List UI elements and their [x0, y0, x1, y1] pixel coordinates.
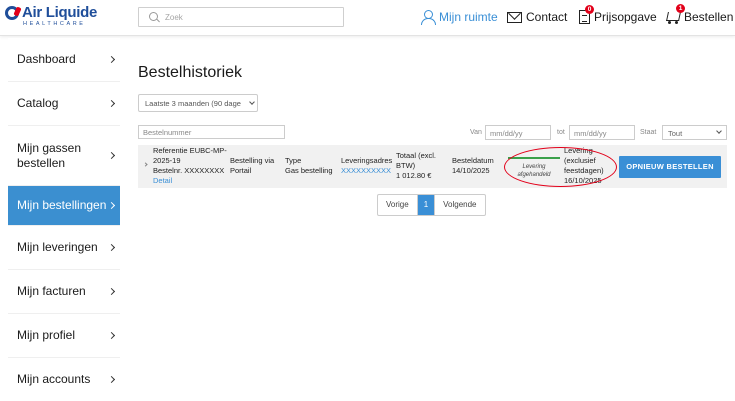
sidebar-nav: Dashboard Catalog Mijn gassen bestellen …: [8, 38, 120, 401]
to-date-input[interactable]: mm/dd/yy: [569, 125, 635, 140]
sidebar-item-my-invoices[interactable]: Mijn facturen: [8, 270, 120, 314]
pagination: Vorige 1 Volgende: [377, 194, 486, 216]
chevron-right-icon: [107, 287, 116, 295]
sidebar-item-catalog[interactable]: Catalog: [8, 82, 120, 126]
highlight-circle: [504, 147, 617, 187]
period-select-value: Laatste 3 maanden (90 dage: [145, 99, 241, 108]
from-label: Van: [470, 129, 482, 136]
nav-contact-label: Contact: [526, 10, 568, 24]
quote-count-badge: 0: [585, 5, 594, 14]
user-icon: [421, 9, 436, 25]
nav-quote-label: Prijsopgave: [594, 10, 657, 24]
sidebar-item-label: Mijn facturen: [17, 284, 86, 298]
expand-chevron-icon[interactable]: [143, 162, 148, 167]
order-number-input[interactable]: Bestelnummer: [138, 125, 285, 139]
sidebar-item-dashboard[interactable]: Dashboard: [8, 38, 120, 82]
chevron-right-icon: [107, 375, 116, 383]
detail-link[interactable]: Detail: [153, 176, 233, 186]
nav-quote[interactable]: 0 Prijsopgave: [579, 5, 657, 26]
delivery-address: Leveringsadres XXXXXXXXXX: [341, 156, 393, 176]
chevron-right-icon: [107, 331, 116, 339]
top-header: Air Liquide HEALTHCARE Mijn ruimte Conta…: [0, 0, 735, 36]
search-input[interactable]: [165, 10, 335, 24]
sidebar-item-my-orders[interactable]: Mijn bestellingen: [8, 186, 120, 226]
chevron-right-icon: [107, 55, 116, 63]
search-icon: [149, 12, 158, 21]
sidebar-item-order-gases[interactable]: Mijn gassen bestellen: [8, 126, 120, 186]
mail-icon: [507, 11, 522, 23]
reorder-button[interactable]: OPNIEUW BESTELLEN: [619, 156, 721, 178]
sidebar-item-my-deliveries[interactable]: Mijn leveringen: [8, 226, 120, 270]
order-total: Totaal (excl. BTW) 1 012.80 €: [396, 151, 437, 180]
order-number: Bestelnr. XXXXXXXX: [153, 166, 225, 175]
nav-contact[interactable]: Contact: [507, 8, 567, 26]
sidebar-item-label: Mijn profiel: [17, 328, 76, 342]
period-select[interactable]: Laatste 3 maanden (90 dage: [138, 94, 258, 112]
chevron-down-icon: [716, 128, 722, 134]
cart-count-badge: 1: [676, 4, 685, 13]
state-label: Staat: [640, 129, 657, 136]
order-date: Besteldatum 14/10/2025: [452, 156, 494, 175]
pagination-page-1[interactable]: 1: [417, 195, 435, 215]
logo-brand: Air Liquide: [22, 4, 98, 21]
state-select-value: Tout: [668, 129, 683, 138]
chevron-right-icon: [107, 201, 116, 209]
order-via: Bestelling via Portail: [230, 156, 275, 175]
state-select[interactable]: Tout: [662, 125, 727, 140]
sidebar-item-label: Dashboard: [17, 52, 76, 66]
sidebar-item-label: Mijn accounts: [17, 372, 91, 386]
sidebar-item-label: Catalog: [17, 96, 59, 110]
sidebar-item-my-profile[interactable]: Mijn profiel: [8, 314, 120, 358]
chevron-right-icon: [107, 99, 116, 107]
nav-my-space[interactable]: Mijn ruimte: [421, 8, 498, 26]
chevron-right-icon: [107, 151, 116, 159]
delivery-address-link[interactable]: XXXXXXXXXX: [341, 166, 392, 176]
search-box: [138, 7, 344, 27]
logo-mark-icon: [5, 6, 19, 20]
nav-order-label: Bestellen: [684, 10, 734, 24]
chevron-down-icon: [249, 99, 255, 105]
order-total-value: 1 012.80 €: [396, 171, 432, 180]
to-label: tot: [557, 129, 565, 136]
order-row: Referentie EUBC-MP- 2025-19 Bestelnr. XX…: [138, 145, 727, 188]
nav-order[interactable]: 1 Bestellen: [666, 4, 734, 26]
from-date-input[interactable]: mm/dd/yy: [485, 125, 551, 140]
chevron-right-icon: [107, 243, 116, 251]
order-type: Type Gas bestelling: [285, 156, 333, 175]
cart-icon: 1: [666, 4, 685, 24]
sidebar-item-label: Mijn gassen bestellen: [17, 140, 82, 170]
order-reference: Referentie EUBC-MP- 2025-19 Bestelnr. XX…: [153, 146, 233, 186]
sidebar-item-my-accounts[interactable]: Mijn accounts: [8, 358, 120, 401]
sidebar-item-label: Mijn bestellingen: [17, 198, 107, 212]
sidebar-item-label: Mijn leveringen: [17, 240, 98, 254]
logo-subtitle: HEALTHCARE: [23, 21, 86, 27]
nav-my-space-label: Mijn ruimte: [439, 10, 498, 24]
page-title: Bestelhistoriek: [138, 64, 243, 81]
quote-document-icon: 0: [579, 5, 594, 24]
pagination-next[interactable]: Volgende: [434, 195, 484, 215]
pagination-prev[interactable]: Vorige: [378, 195, 418, 215]
air-liquide-logo[interactable]: Air Liquide HEALTHCARE: [5, 3, 115, 33]
